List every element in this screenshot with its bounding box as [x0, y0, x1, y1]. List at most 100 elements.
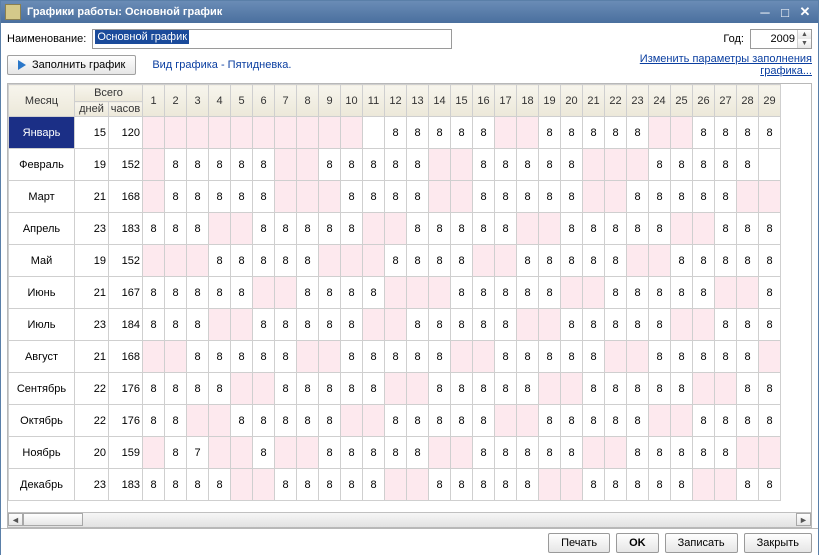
- day-cell[interactable]: [275, 117, 297, 149]
- day-cell[interactable]: 8: [671, 245, 693, 277]
- day-cell[interactable]: [539, 373, 561, 405]
- day-cell[interactable]: 8: [693, 245, 715, 277]
- day-cell[interactable]: 8: [473, 213, 495, 245]
- table-row[interactable]: Июль 23 184888888888888888888888: [9, 309, 781, 341]
- day-cell[interactable]: [583, 437, 605, 469]
- day-cell[interactable]: 8: [363, 181, 385, 213]
- day-cell[interactable]: 8: [363, 437, 385, 469]
- day-cell[interactable]: 8: [627, 309, 649, 341]
- day-cell[interactable]: [363, 309, 385, 341]
- day-cell[interactable]: 8: [473, 437, 495, 469]
- day-cell[interactable]: 8: [451, 245, 473, 277]
- close-button[interactable]: ✕: [796, 4, 814, 20]
- day-cell[interactable]: [671, 309, 693, 341]
- day-cell[interactable]: 8: [759, 405, 781, 437]
- close-dialog-button[interactable]: Закрыть: [744, 533, 812, 553]
- day-cell[interactable]: [297, 117, 319, 149]
- day-cell[interactable]: [407, 469, 429, 501]
- ok-button[interactable]: OK: [616, 533, 659, 553]
- day-cell[interactable]: [275, 149, 297, 181]
- day-cell[interactable]: 8: [209, 149, 231, 181]
- scroll-left-icon[interactable]: ◄: [8, 513, 23, 526]
- day-cell[interactable]: [759, 341, 781, 373]
- day-cell[interactable]: 8: [605, 469, 627, 501]
- day-cell[interactable]: [275, 437, 297, 469]
- day-cell[interactable]: [737, 277, 759, 309]
- day-cell[interactable]: 8: [759, 245, 781, 277]
- day-cell[interactable]: 8: [737, 213, 759, 245]
- day-cell[interactable]: 8: [187, 373, 209, 405]
- day-cell[interactable]: 8: [605, 117, 627, 149]
- day-cell[interactable]: 8: [671, 373, 693, 405]
- day-cell[interactable]: 8: [363, 469, 385, 501]
- day-cell[interactable]: 8: [253, 309, 275, 341]
- day-cell[interactable]: [253, 277, 275, 309]
- day-cell[interactable]: [187, 245, 209, 277]
- day-cell[interactable]: 8: [385, 245, 407, 277]
- day-cell[interactable]: [759, 149, 781, 181]
- day-cell[interactable]: 8: [539, 117, 561, 149]
- scroll-right-icon[interactable]: ►: [796, 513, 811, 526]
- day-cell[interactable]: 8: [275, 245, 297, 277]
- day-cell[interactable]: 8: [209, 469, 231, 501]
- table-row[interactable]: Декабрь 23 183888888888888888888888: [9, 469, 781, 501]
- day-cell[interactable]: 8: [693, 341, 715, 373]
- day-cell[interactable]: 8: [253, 341, 275, 373]
- day-cell[interactable]: 8: [165, 373, 187, 405]
- day-cell[interactable]: 8: [275, 341, 297, 373]
- day-cell[interactable]: 8: [605, 405, 627, 437]
- day-cell[interactable]: [341, 117, 363, 149]
- day-cell[interactable]: 8: [473, 181, 495, 213]
- day-cell[interactable]: [451, 437, 473, 469]
- day-cell[interactable]: 8: [429, 213, 451, 245]
- day-cell[interactable]: 8: [737, 149, 759, 181]
- day-cell[interactable]: [209, 213, 231, 245]
- day-cell[interactable]: 8: [319, 405, 341, 437]
- day-cell[interactable]: [363, 213, 385, 245]
- day-cell[interactable]: 8: [143, 309, 165, 341]
- day-cell[interactable]: [209, 405, 231, 437]
- day-cell[interactable]: 8: [539, 405, 561, 437]
- fill-schedule-button[interactable]: Заполнить график: [7, 55, 136, 75]
- table-row[interactable]: Май 19 1528888888888888888888: [9, 245, 781, 277]
- scrollbar-thumb[interactable]: [23, 513, 83, 526]
- day-cell[interactable]: [385, 277, 407, 309]
- day-cell[interactable]: [429, 437, 451, 469]
- day-cell[interactable]: 8: [407, 341, 429, 373]
- day-cell[interactable]: 8: [275, 405, 297, 437]
- day-cell[interactable]: 8: [407, 213, 429, 245]
- day-cell[interactable]: [165, 117, 187, 149]
- day-cell[interactable]: 8: [473, 373, 495, 405]
- day-cell[interactable]: 8: [341, 469, 363, 501]
- day-cell[interactable]: 8: [561, 437, 583, 469]
- day-cell[interactable]: 8: [275, 309, 297, 341]
- day-cell[interactable]: 8: [737, 373, 759, 405]
- day-cell[interactable]: 8: [165, 469, 187, 501]
- day-cell[interactable]: [517, 309, 539, 341]
- day-cell[interactable]: 8: [187, 341, 209, 373]
- day-cell[interactable]: 8: [605, 373, 627, 405]
- day-cell[interactable]: 8: [605, 309, 627, 341]
- table-row[interactable]: Апрель 23 183888888888888888888888: [9, 213, 781, 245]
- day-cell[interactable]: 8: [495, 277, 517, 309]
- day-cell[interactable]: 8: [451, 373, 473, 405]
- day-cell[interactable]: 8: [649, 373, 671, 405]
- day-cell[interactable]: 8: [495, 469, 517, 501]
- day-cell[interactable]: 8: [429, 341, 451, 373]
- day-cell[interactable]: [341, 245, 363, 277]
- day-cell[interactable]: [605, 181, 627, 213]
- day-cell[interactable]: 8: [759, 309, 781, 341]
- day-cell[interactable]: [297, 181, 319, 213]
- table-row[interactable]: Январь 15 12088888888888888: [9, 117, 781, 149]
- day-cell[interactable]: 8: [693, 117, 715, 149]
- day-cell[interactable]: [627, 245, 649, 277]
- day-cell[interactable]: 8: [319, 277, 341, 309]
- name-input[interactable]: Основной график: [92, 29, 452, 49]
- day-cell[interactable]: 8: [561, 405, 583, 437]
- day-cell[interactable]: 8: [407, 181, 429, 213]
- day-cell[interactable]: [605, 341, 627, 373]
- day-cell[interactable]: 8: [627, 437, 649, 469]
- day-cell[interactable]: [143, 181, 165, 213]
- day-cell[interactable]: [649, 117, 671, 149]
- day-cell[interactable]: [143, 437, 165, 469]
